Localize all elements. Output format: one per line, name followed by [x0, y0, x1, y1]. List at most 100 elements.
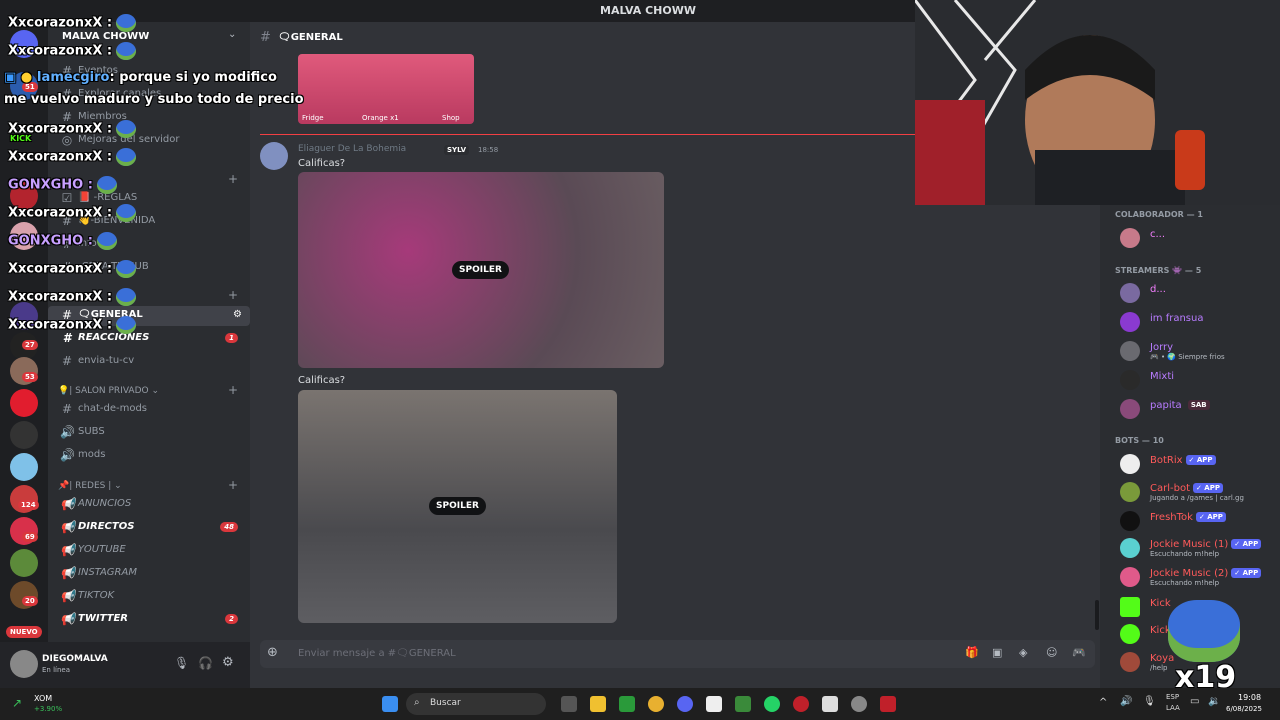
- avatar[interactable]: [260, 142, 288, 170]
- pepe-emote-icon: [116, 316, 137, 334]
- twitch-icon: ▣: [4, 70, 17, 85]
- member-section-title: BOTS — 10: [1115, 436, 1164, 445]
- headphones-icon[interactable]: 🎧: [198, 656, 213, 670]
- member-item[interactable]: c...: [1120, 227, 1280, 251]
- new-badge[interactable]: NUEVO: [6, 626, 42, 638]
- app-icon[interactable]: [822, 696, 838, 712]
- gear-icon[interactable]: ⚙: [233, 309, 242, 320]
- new-messages-divider: [260, 134, 915, 135]
- language-code[interactable]: ESP: [1166, 693, 1179, 701]
- category-redes[interactable]: 📌| REDES | ⌄: [58, 481, 122, 491]
- app-icon[interactable]: [880, 696, 896, 712]
- pepe-emote-icon: [116, 14, 137, 32]
- channel-youtube[interactable]: 📢 YOUTUBE: [48, 541, 250, 561]
- member-item[interactable]: im fransua: [1120, 311, 1280, 335]
- avatar[interactable]: [10, 650, 38, 678]
- windows-start-icon[interactable]: [382, 696, 398, 712]
- chevron-up-icon[interactable]: ^: [1099, 697, 1107, 708]
- pepe-emote-icon: [1168, 600, 1240, 662]
- network-icon[interactable]: ▭: [1190, 696, 1199, 707]
- member-item[interactable]: Jockie Music (1) ✓ APP Escuchando m!help: [1120, 537, 1280, 561]
- gift-icon[interactable]: 🎁: [965, 646, 979, 659]
- add-attachment-icon[interactable]: ⊕: [267, 645, 278, 660]
- overlay-chat-line: XxcorazonxX :: [8, 14, 137, 32]
- message-author[interactable]: Eliaguer De La Bohemia: [298, 144, 406, 154]
- minecraft-icon[interactable]: [735, 696, 751, 712]
- xbox-icon[interactable]: [619, 696, 635, 712]
- channel-directos[interactable]: 📢 DIRECTOS 48: [48, 518, 250, 538]
- spoiler-image[interactable]: SPOILER: [298, 172, 664, 368]
- whatsapp-icon[interactable]: [764, 696, 780, 712]
- member-item[interactable]: Jorry 🎮 • 🌍 Siempre frios: [1120, 340, 1280, 364]
- unread-badge: 1: [225, 333, 238, 343]
- channel-title: 🗨GENERAL: [278, 32, 343, 43]
- member-item[interactable]: papita SAB: [1120, 398, 1280, 422]
- server-icon[interactable]: [10, 389, 38, 417]
- task-view-icon[interactable]: [561, 696, 577, 712]
- obs-icon[interactable]: [851, 696, 867, 712]
- kick-logo-icon: [1120, 597, 1140, 617]
- chrome-icon[interactable]: [648, 696, 664, 712]
- channel-twitter[interactable]: 📢 TWITTER 2: [48, 610, 250, 630]
- channel-envia-tu-cv[interactable]: # envia-tu-cv: [48, 352, 250, 372]
- stock-name[interactable]: XOM: [34, 694, 52, 703]
- member-item[interactable]: Carl-bot ✓ APP Jugando a /games | carl.gg: [1120, 481, 1280, 505]
- server-icon[interactable]: [10, 421, 38, 449]
- taskbar-search[interactable]: ⌕ Buscar: [406, 693, 546, 715]
- category-salon-privado[interactable]: 💡| SALON PRIVADO ⌄: [58, 386, 159, 396]
- chevron-down-icon[interactable]: ⌄: [228, 29, 236, 40]
- server-icon[interactable]: [10, 453, 38, 481]
- discord-icon[interactable]: [677, 696, 693, 712]
- overlay-chat-line: XxcorazonxX :: [8, 316, 137, 334]
- store-icon[interactable]: [706, 696, 722, 712]
- hash-icon: #: [61, 402, 73, 416]
- message-image[interactable]: Fridge Orange x1 Shop: [298, 54, 474, 124]
- channel-anuncios[interactable]: 📢 ANUNCIOS: [48, 495, 250, 515]
- overlay-chat-line: ▣ ● Iamecgiro: porque si yo modifico: [4, 70, 277, 85]
- server-icon[interactable]: [10, 549, 38, 577]
- settings-gear-icon[interactable]: ⚙: [222, 655, 234, 670]
- channel-chat-de-mods[interactable]: # chat-de-mods: [48, 400, 250, 420]
- badge-icon: ●: [20, 70, 33, 85]
- search-icon: ⌕: [414, 697, 420, 708]
- member-item[interactable]: d...: [1120, 282, 1280, 306]
- microphone-icon[interactable]: 🎙: [1143, 696, 1156, 707]
- sticker-icon[interactable]: ◈: [1019, 646, 1027, 659]
- speaker-icon[interactable]: 🔉: [1208, 696, 1220, 707]
- channel-subs[interactable]: 🔊 SUBS: [48, 423, 250, 443]
- add-channel-icon[interactable]: +: [228, 172, 238, 186]
- kick-logo-icon: [1120, 624, 1140, 644]
- emoji-icon[interactable]: ☺: [1046, 646, 1057, 659]
- member-item[interactable]: Jockie Music (2) ✓ APP Escuchando m!help: [1120, 566, 1280, 590]
- opera-icon[interactable]: [793, 696, 809, 712]
- clock-time[interactable]: 19:08: [1238, 693, 1261, 702]
- game-controller-icon[interactable]: 🎮: [1072, 646, 1086, 659]
- member-item[interactable]: Mixti: [1120, 369, 1280, 393]
- server-badge: 53: [22, 372, 38, 382]
- member-item[interactable]: FreshTok ✓ APP: [1120, 510, 1280, 534]
- spoiler-image[interactable]: SPOILER: [298, 390, 617, 623]
- server-name[interactable]: MALVA CHOWW: [62, 31, 149, 42]
- add-channel-icon[interactable]: +: [228, 383, 238, 397]
- message-time: 18:58: [478, 146, 499, 154]
- add-channel-icon[interactable]: +: [228, 478, 238, 492]
- channel-mods[interactable]: 🔊 mods: [48, 446, 250, 466]
- avatar: [1120, 228, 1140, 248]
- avatar: [1120, 482, 1140, 502]
- avatar: [1120, 341, 1140, 361]
- volume-icon[interactable]: 🔊: [1120, 696, 1132, 707]
- window-title: MALVA CHOWW: [600, 4, 696, 17]
- megaphone-icon: 📢: [60, 520, 75, 534]
- hash-icon: #: [61, 354, 73, 368]
- message-composer[interactable]: ⊕ Enviar mensaje a #🗨GENERAL 🎁 ▣ ◈ ☺ 🎮: [260, 640, 1095, 668]
- avatar: [1120, 538, 1140, 558]
- channel-instagram[interactable]: 📢 INSTAGRAM: [48, 564, 250, 584]
- file-explorer-icon[interactable]: [590, 696, 606, 712]
- add-channel-icon[interactable]: +: [228, 288, 238, 302]
- channel-tiktok[interactable]: 📢 TIKTOK: [48, 587, 250, 607]
- gif-icon[interactable]: ▣: [992, 646, 1002, 659]
- overlay-chat-line: XxcorazonxX :: [8, 204, 137, 222]
- microphone-icon[interactable]: 🎙: [174, 656, 189, 670]
- member-item[interactable]: BotRix ✓ APP: [1120, 453, 1280, 477]
- scrollbar[interactable]: [1095, 600, 1099, 630]
